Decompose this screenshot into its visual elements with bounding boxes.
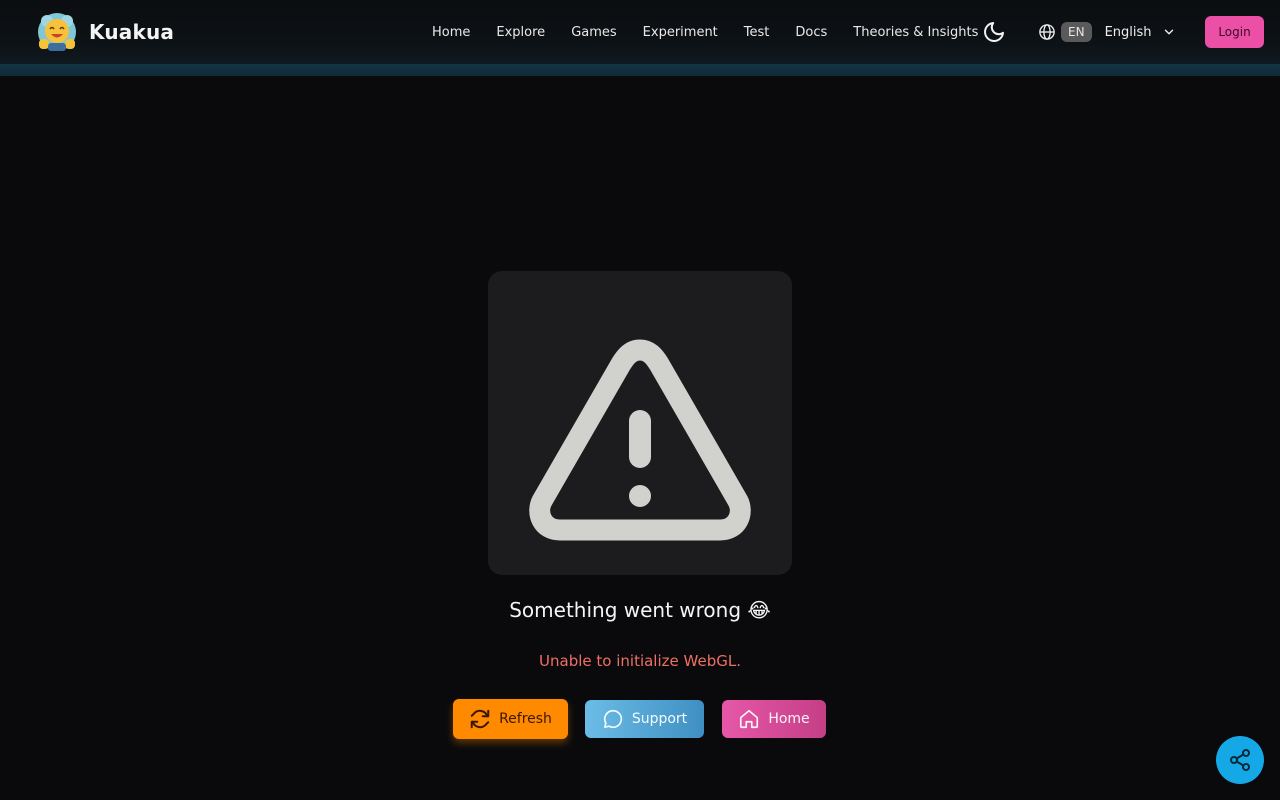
language-code-badge: EN [1061,22,1092,42]
home-button[interactable]: Home [722,700,826,738]
nav-item-experiment[interactable]: Experiment [643,25,718,40]
chevron-down-icon [1164,29,1173,35]
top-navbar: Kuakua Home Explore Games Experiment Tes… [0,0,1280,64]
share-icon [1230,749,1250,771]
mascot-logo-icon [38,13,76,51]
nav-item-explore[interactable]: Explore [496,25,545,40]
support-label: Support [631,711,688,727]
moon-icon[interactable] [982,20,1006,44]
refresh-button[interactable]: Refresh [453,699,568,739]
brand-name: Kuakua [89,20,175,44]
language-name: English [1104,24,1152,40]
refresh-label: Refresh [499,711,552,727]
nav-item-theories-insights[interactable]: Theories & Insights [853,25,978,40]
language-selector[interactable]: EN English [1038,20,1176,44]
refresh-icon [470,709,490,729]
share-button[interactable] [1216,736,1264,784]
home-icon [740,709,759,729]
nav-item-games[interactable]: Games [571,25,616,40]
nav-item-docs[interactable]: Docs [795,25,827,40]
error-actions: Refresh Support Home [0,699,1280,739]
chat-bubble-icon [603,709,622,729]
error-illustration-panel [488,271,792,575]
brand[interactable]: Kuakua [34,11,174,53]
globe-icon [1039,24,1055,40]
nav-item-test[interactable]: Test [744,25,770,40]
nav-item-home[interactable]: Home [432,25,470,40]
warning-triangle-icon [529,339,751,541]
home-label: Home [768,711,810,727]
login-button[interactable]: Login [1205,16,1264,48]
support-button[interactable]: Support [585,700,704,738]
error-message: Unable to initialize WebGL. [539,652,741,670]
error-title: Something went wrong 😂 [509,598,771,622]
header-divider-stripe [0,64,1280,76]
main-nav: Home Explore Games Experiment Test Docs … [432,0,1004,64]
